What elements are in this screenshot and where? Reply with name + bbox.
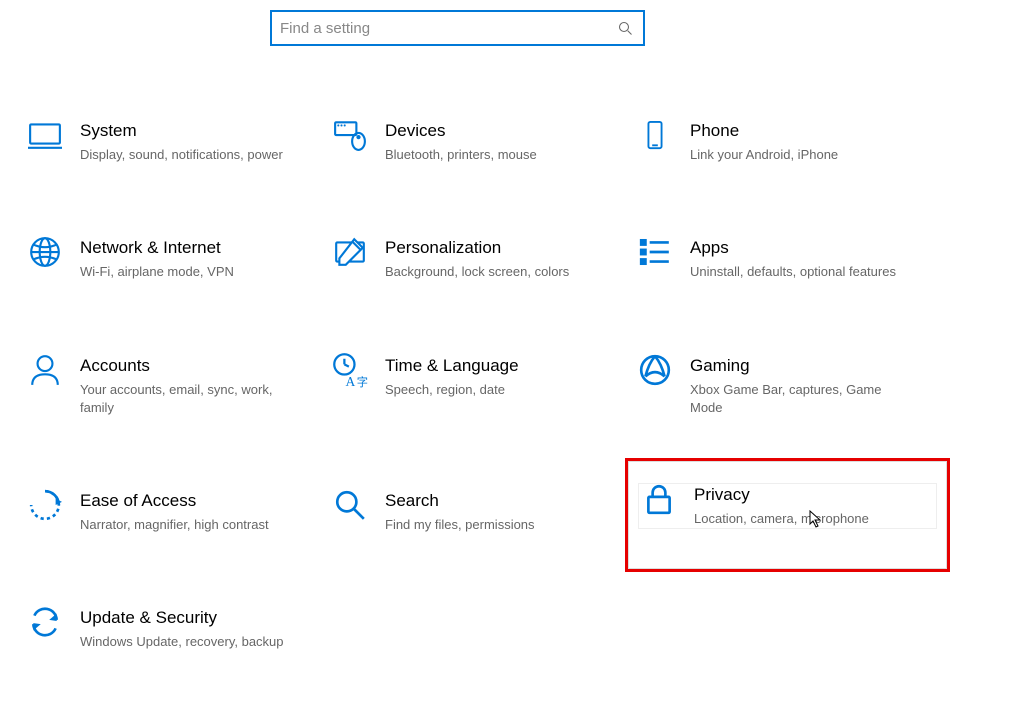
apps-icon <box>635 232 675 272</box>
tile-desc: Windows Update, recovery, backup <box>80 633 284 651</box>
svg-text:A: A <box>346 373 356 387</box>
tile-privacy-highlight: Privacy Location, camera, microphone <box>635 486 940 538</box>
tile-personalization[interactable]: Personalization Background, lock screen,… <box>330 233 635 285</box>
tile-title: Privacy <box>694 484 869 506</box>
tile-desc: Your accounts, email, sync, work, family <box>80 381 290 417</box>
tile-title: Update & Security <box>80 607 284 629</box>
tile-privacy[interactable]: Privacy Location, camera, microphone <box>638 483 937 529</box>
tile-search[interactable]: Search Find my files, permissions <box>330 486 635 538</box>
personalization-icon <box>330 232 370 272</box>
tile-desc: Bluetooth, printers, mouse <box>385 146 537 164</box>
gaming-icon <box>635 350 675 390</box>
svg-text:字: 字 <box>357 374 368 387</box>
time-language-icon: A 字 <box>330 350 370 390</box>
tile-title: Network & Internet <box>80 237 234 259</box>
tile-desc: Wi-Fi, airplane mode, VPN <box>80 263 234 281</box>
system-icon <box>25 115 65 155</box>
tile-title: Apps <box>690 237 896 259</box>
tile-title: System <box>80 120 283 142</box>
search-input[interactable] <box>280 20 616 37</box>
tile-title: Time & Language <box>385 355 519 377</box>
tile-desc: Location, camera, microphone <box>694 510 869 528</box>
globe-icon <box>25 232 65 272</box>
search-container <box>270 10 1017 46</box>
tile-system[interactable]: System Display, sound, notifications, po… <box>25 116 330 168</box>
tile-accounts[interactable]: Accounts Your accounts, email, sync, wor… <box>25 351 330 421</box>
tile-phone[interactable]: Phone Link your Android, iPhone <box>635 116 940 168</box>
tile-update-security[interactable]: Update & Security Windows Update, recove… <box>25 603 330 655</box>
tile-title: Personalization <box>385 237 569 259</box>
tile-time-language[interactable]: A 字 Time & Language Speech, region, date <box>330 351 635 421</box>
tile-desc: Speech, region, date <box>385 381 519 399</box>
tile-gaming[interactable]: Gaming Xbox Game Bar, captures, Game Mod… <box>635 351 940 421</box>
settings-grid: System Display, sound, notifications, po… <box>25 116 1017 656</box>
devices-icon <box>330 115 370 155</box>
tile-ease-of-access[interactable]: Ease of Access Narrator, magnifier, high… <box>25 486 330 538</box>
privacy-icon <box>639 479 679 519</box>
tile-title: Phone <box>690 120 838 142</box>
accounts-icon <box>25 350 65 390</box>
search-icon <box>616 18 635 38</box>
search-category-icon <box>330 485 370 525</box>
phone-icon <box>635 115 675 155</box>
tile-title: Search <box>385 490 535 512</box>
tile-desc: Find my files, permissions <box>385 516 535 534</box>
search-box[interactable] <box>270 10 645 46</box>
tile-title: Devices <box>385 120 537 142</box>
tile-title: Ease of Access <box>80 490 269 512</box>
tile-desc: Display, sound, notifications, power <box>80 146 283 164</box>
tile-desc: Link your Android, iPhone <box>690 146 838 164</box>
tile-desc: Background, lock screen, colors <box>385 263 569 281</box>
update-security-icon <box>25 602 65 642</box>
tile-desc: Narrator, magnifier, high contrast <box>80 516 269 534</box>
tile-title: Accounts <box>80 355 290 377</box>
tile-devices[interactable]: Devices Bluetooth, printers, mouse <box>330 116 635 168</box>
tile-network[interactable]: Network & Internet Wi-Fi, airplane mode,… <box>25 233 330 285</box>
tile-title: Gaming <box>690 355 900 377</box>
ease-of-access-icon <box>25 485 65 525</box>
tile-desc: Uninstall, defaults, optional features <box>690 263 896 281</box>
tile-apps[interactable]: Apps Uninstall, defaults, optional featu… <box>635 233 940 285</box>
tile-desc: Xbox Game Bar, captures, Game Mode <box>690 381 900 417</box>
